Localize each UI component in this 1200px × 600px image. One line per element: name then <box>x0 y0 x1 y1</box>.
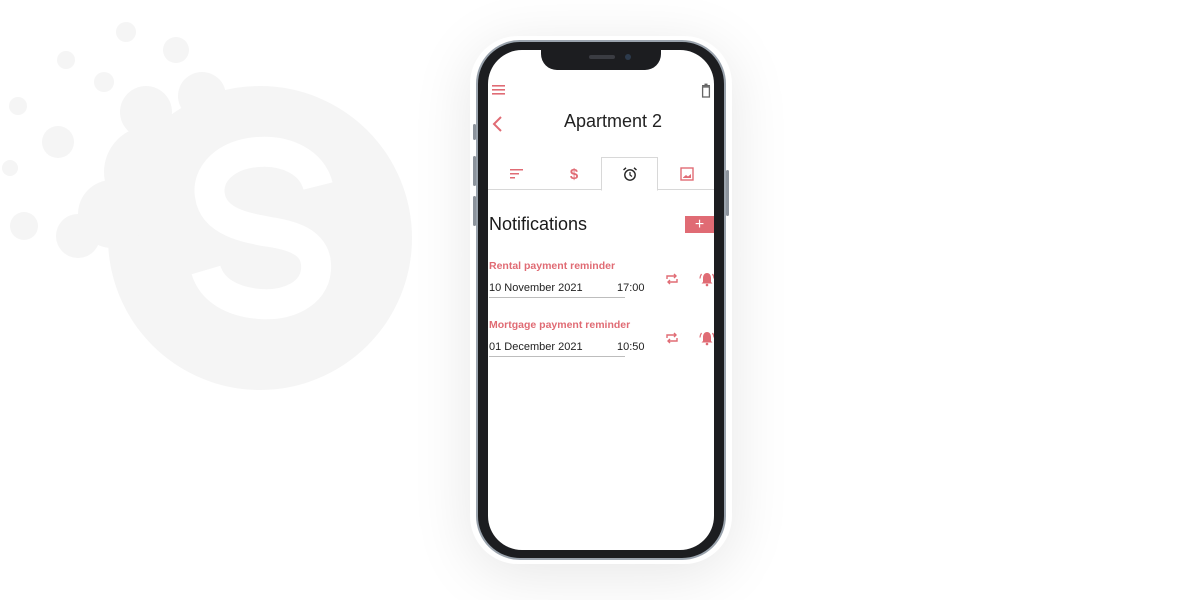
tab-bar: $ <box>488 157 714 191</box>
notch <box>541 50 661 70</box>
input-underline <box>489 297 625 298</box>
mute-switch <box>473 124 476 140</box>
tab-notifications[interactable] <box>601 157 658 191</box>
image-icon <box>679 166 694 181</box>
repeat-icon[interactable] <box>665 273 679 285</box>
watermark-logo <box>2 22 412 390</box>
bell-ringing-icon[interactable] <box>699 330 714 346</box>
speaker <box>589 55 615 59</box>
bell-ringing-icon[interactable] <box>699 271 714 287</box>
trash-icon[interactable] <box>700 83 714 99</box>
tab-images[interactable] <box>658 157 714 190</box>
notification-item[interactable]: Mortgage payment reminder 01 December 20… <box>489 319 714 365</box>
notification-title: Rental payment reminder <box>489 260 616 272</box>
page-title: Apartment 2 <box>563 111 663 131</box>
tab-details[interactable] <box>488 157 545 190</box>
input-underline <box>489 356 625 357</box>
notification-time[interactable]: 17:00 <box>617 282 645 294</box>
dollar-icon: $ <box>569 166 578 182</box>
notification-date[interactable]: 01 December 2021 <box>489 341 583 353</box>
camera <box>625 54 631 60</box>
tab-payments[interactable]: $ <box>545 157 602 190</box>
notification-title: Mortgage payment reminder <box>489 319 631 331</box>
svg-text:$: $ <box>569 166 578 182</box>
chevron-left-icon[interactable] <box>491 115 505 133</box>
volume-up-button <box>473 156 476 186</box>
alarm-clock-icon <box>622 167 637 181</box>
menu-icon[interactable] <box>492 84 506 96</box>
add-notification-button[interactable]: + <box>685 216 714 233</box>
notification-time[interactable]: 10:50 <box>617 341 645 353</box>
sort-icon <box>509 168 523 178</box>
volume-down-button <box>473 196 476 226</box>
power-button <box>726 170 729 216</box>
notification-date[interactable]: 10 November 2021 <box>489 282 583 294</box>
phone-screen: Apartment 2 $ Notifications + Rental pay… <box>488 50 714 550</box>
notification-item[interactable]: Rental payment reminder 10 November 2021… <box>489 260 714 306</box>
repeat-icon[interactable] <box>665 332 679 344</box>
section-title: Notifications <box>489 214 588 234</box>
